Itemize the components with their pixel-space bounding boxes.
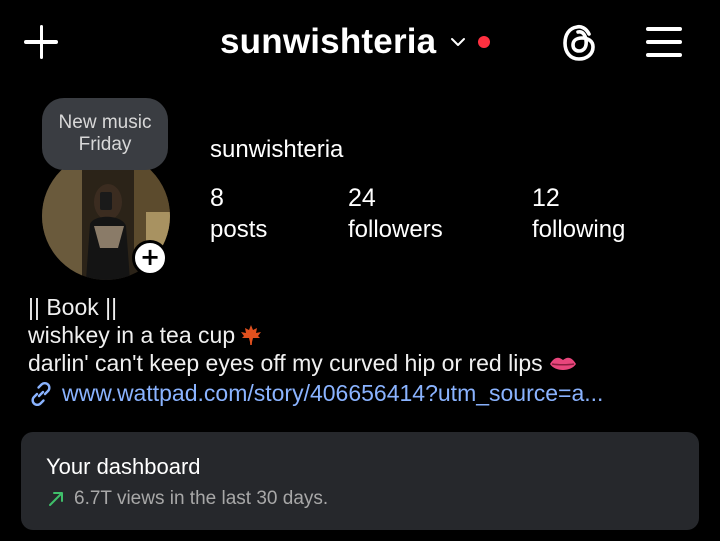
- followers-value: 24: [348, 184, 376, 212]
- link-icon: [31, 381, 51, 406]
- add-story-button[interactable]: +: [132, 240, 168, 276]
- notification-dot: [478, 36, 491, 48]
- bio-line-3-text: darlin' can't keep eyes off my curved hi…: [28, 350, 543, 376]
- posts-value: 8: [210, 184, 224, 212]
- bio-link[interactable]: www.wattpad.com/story/406656414?utm_sour…: [28, 380, 603, 407]
- top-bar: sunwishteria: [0, 0, 720, 84]
- professional-dashboard-card[interactable]: Your dashboard 6.7T views in the last 30…: [21, 432, 699, 530]
- create-plus-icon[interactable]: [24, 24, 60, 60]
- dashboard-subtitle: 6.7T views in the last 30 days.: [46, 488, 328, 510]
- bio-line-3: darlin' can't keep eyes off my curved hi…: [28, 349, 577, 377]
- posts-label: posts: [210, 216, 268, 243]
- following-value: 12: [532, 184, 560, 212]
- bio-line-2: wishkey in a tea cup: [28, 321, 577, 349]
- dashboard-views-text: 6.7T views in the last 30 days.: [74, 488, 329, 509]
- display-name: sunwishteria: [210, 136, 344, 163]
- bio: || Book || wishkey in a tea cup darlin' …: [28, 293, 577, 377]
- profile-page: sunwishteria + New music Friday sunwisht…: [0, 0, 720, 541]
- note-text: New music Friday: [58, 112, 152, 155]
- following-label: following: [532, 216, 626, 243]
- header-username: sunwishteria: [220, 22, 437, 61]
- account-switcher[interactable]: sunwishteria: [220, 18, 491, 66]
- bio-line-1: || Book ||: [28, 294, 118, 320]
- following-count[interactable]: 12 following: [532, 182, 625, 246]
- bio-link-text: www.wattpad.com/story/406656414?utm_sour…: [62, 380, 604, 406]
- trending-up-arrow-icon: [49, 492, 63, 506]
- profile-avatar[interactable]: +: [42, 152, 170, 280]
- maple-leaf-icon: [241, 325, 262, 345]
- bio-line-2-text: wishkey in a tea cup: [28, 322, 236, 348]
- posts-count[interactable]: 8 posts: [210, 182, 267, 246]
- lips-icon: [549, 357, 576, 370]
- followers-label: followers: [348, 216, 443, 243]
- note-bubble[interactable]: New music Friday: [42, 98, 168, 170]
- dashboard-title: Your dashboard: [46, 454, 201, 479]
- plus-icon: +: [139, 243, 161, 271]
- threads-icon[interactable]: [560, 22, 600, 64]
- followers-count[interactable]: 24 followers: [348, 182, 443, 246]
- chevron-down-icon: [451, 38, 466, 46]
- hamburger-menu-icon[interactable]: [644, 24, 684, 60]
